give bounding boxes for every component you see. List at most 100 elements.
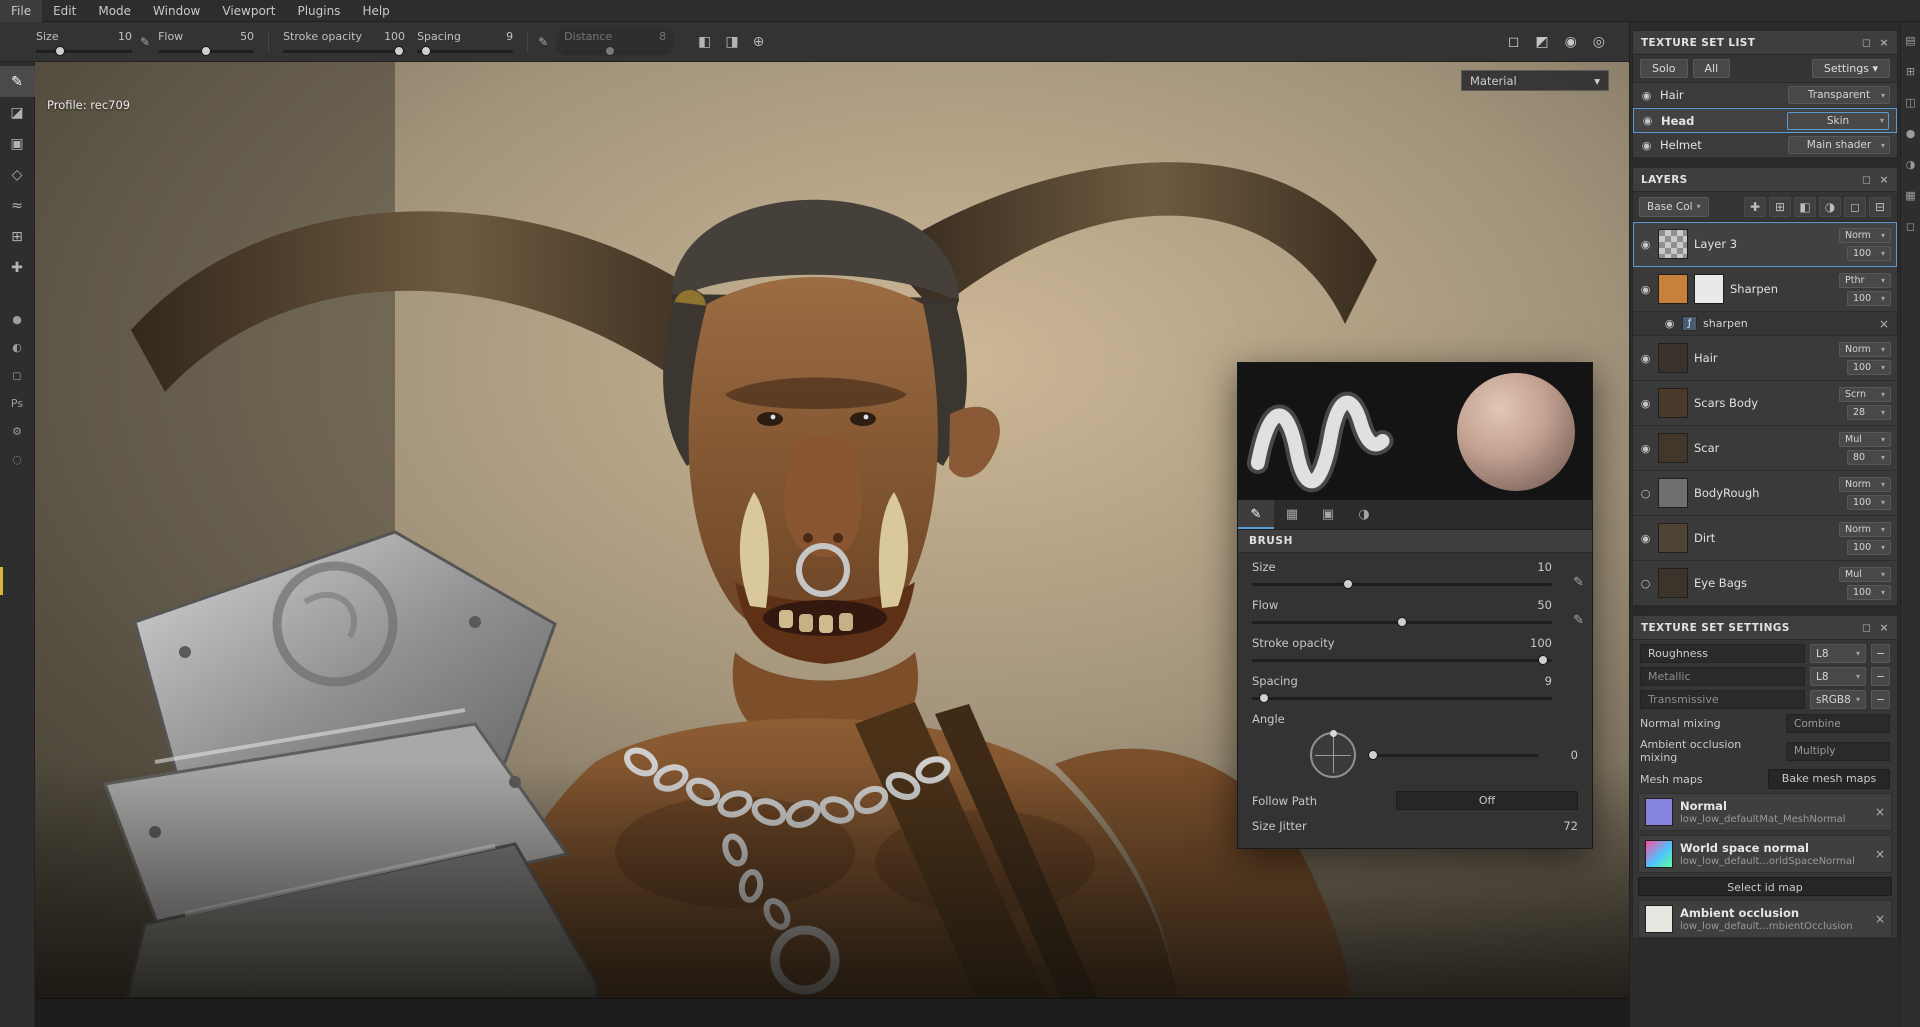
brush-flow-control[interactable]: Flow 50 ✎ xyxy=(1238,591,1592,629)
menu-file[interactable]: File xyxy=(0,0,43,22)
clear-map-icon[interactable]: × xyxy=(1875,805,1885,819)
spacing-control[interactable]: Spacing 9 xyxy=(417,30,514,56)
eraser-tool-icon[interactable]: ◪ xyxy=(0,97,35,128)
opacity-dropdown[interactable]: 28 ▾ xyxy=(1847,404,1891,420)
detach-panel-icon[interactable]: ◻ xyxy=(1862,36,1872,49)
detach-panel-icon[interactable]: ◻ xyxy=(1862,173,1872,186)
opacity-dropdown[interactable]: 100 ▾ xyxy=(1847,359,1891,375)
bake-mesh-maps-button[interactable]: Bake mesh maps xyxy=(1768,769,1890,789)
layer-thumbnail[interactable] xyxy=(1658,478,1688,508)
add-smart-material-icon[interactable]: ◑ xyxy=(1819,196,1841,217)
channel-dropdown[interactable]: Base Col ▾ xyxy=(1639,196,1709,217)
detach-panel-icon[interactable]: ◻ xyxy=(1862,621,1872,634)
sphere-view-icon[interactable]: ● xyxy=(0,305,35,333)
material-panel-icon[interactable]: ● xyxy=(1906,127,1916,140)
shelf-panel-icon[interactable]: ▤ xyxy=(1905,34,1915,47)
shader-dropdown[interactable]: Skin ▾ xyxy=(1787,111,1889,130)
layer-row[interactable]: ◉ Sharpen Pthr ▾ 100 ▾ xyxy=(1633,267,1897,312)
assets-panel-icon[interactable]: ⊞ xyxy=(1906,65,1915,78)
stylus-pressure-icon[interactable]: ✎ xyxy=(538,35,548,49)
layer-thumbnail[interactable] xyxy=(1658,229,1688,259)
paint-tool-icon[interactable]: ✎ xyxy=(0,66,35,97)
layer-thumbnail[interactable] xyxy=(1658,523,1688,553)
remove-channel-button[interactable]: − xyxy=(1871,667,1890,686)
blend-mode-dropdown[interactable]: Norm ▾ xyxy=(1839,227,1891,243)
polygon-fill-tool-icon[interactable]: ◇ xyxy=(0,159,35,190)
material-mode-icon[interactable]: ◩ xyxy=(1535,34,1548,50)
close-panel-icon[interactable]: × xyxy=(1879,36,1889,49)
angle-slider[interactable] xyxy=(1368,749,1538,760)
shader-dropdown[interactable]: Main shader ▾ xyxy=(1788,136,1890,154)
close-panel-icon[interactable]: × xyxy=(1879,173,1889,186)
layer-row[interactable]: ◉ Hair Norm ▾ 100 ▾ xyxy=(1633,336,1897,381)
size-control[interactable]: Size 10 xyxy=(36,30,132,56)
layers-panel-icon[interactable]: ◫ xyxy=(1905,96,1915,109)
channel-format-dropdown[interactable]: L8 ▾ xyxy=(1810,667,1866,686)
display-panel-icon[interactable]: ◻ xyxy=(0,361,35,389)
opacity-dropdown[interactable]: 100 ▾ xyxy=(1847,584,1891,600)
texture-set-row-head[interactable]: ◉ Head Skin ▾ xyxy=(1633,108,1897,133)
add-stamp-icon[interactable]: ⊞ xyxy=(1769,196,1791,217)
ps-plugin-icon[interactable]: Ps xyxy=(0,389,35,417)
layer-thumbnail[interactable] xyxy=(1658,433,1688,463)
projection-tool-icon[interactable]: ▣ xyxy=(0,128,35,159)
stylus-pressure-icon[interactable]: ✎ xyxy=(140,35,150,49)
visibility-toggle[interactable]: ◉ xyxy=(1639,352,1652,365)
visibility-toggle[interactable]: ◉ xyxy=(1639,532,1652,545)
brush-stroke-opacity-slider[interactable] xyxy=(1252,655,1552,665)
flow-control[interactable]: Flow 50 xyxy=(158,30,255,56)
layer-effect-row[interactable]: ◉ ƒ sharpen × xyxy=(1633,312,1897,336)
symmetry-x-icon[interactable]: ◧ xyxy=(698,34,711,50)
shader-dropdown[interactable]: Transparent ▾ xyxy=(1788,86,1890,104)
capture-icon[interactable]: ◎ xyxy=(1593,34,1605,50)
smudge-tool-icon[interactable]: ≈ xyxy=(0,190,35,221)
blend-mode-dropdown[interactable]: Norm ▾ xyxy=(1839,521,1891,537)
mesh-map-world-space-normal[interactable]: World space normal low_low_default...orl… xyxy=(1638,835,1892,873)
remove-channel-button[interactable]: − xyxy=(1871,690,1890,709)
texture-set-row-helmet[interactable]: ◉ Helmet Main shader ▾ xyxy=(1633,133,1897,158)
add-effect-icon[interactable]: ✚ xyxy=(1744,196,1766,217)
add-fill-layer-icon[interactable]: ◧ xyxy=(1794,196,1816,217)
settings-plugin-icon[interactable]: ⚙ xyxy=(0,417,35,445)
brush-size-control[interactable]: Size 10 ✎ xyxy=(1238,553,1592,591)
visibility-toggle[interactable]: ○ xyxy=(1639,577,1652,590)
material-tab-icon[interactable]: ◑ xyxy=(1346,500,1382,529)
layer-row[interactable]: ○ Eye Bags Mul ▾ 100 ▾ xyxy=(1633,561,1897,606)
blend-mode-dropdown[interactable]: Scrn ▾ xyxy=(1839,386,1891,402)
solo-button[interactable]: Solo xyxy=(1640,59,1688,78)
visibility-toggle[interactable]: ◉ xyxy=(1639,442,1652,455)
spacing-slider[interactable] xyxy=(417,46,514,56)
material-picker-tool-icon[interactable]: ✚ xyxy=(0,252,35,283)
angle-dial[interactable] xyxy=(1310,730,1356,778)
clear-map-icon[interactable]: × xyxy=(1875,847,1885,861)
viewport-settings-icon[interactable]: ◻ xyxy=(1508,34,1520,50)
remove-effect-icon[interactable]: × xyxy=(1879,317,1889,331)
symmetry-y-icon[interactable]: ◨ xyxy=(725,34,738,50)
opacity-dropdown[interactable]: 80 ▾ xyxy=(1847,449,1891,465)
remove-channel-button[interactable]: − xyxy=(1871,644,1890,663)
ao-mixing-field[interactable]: Multiply xyxy=(1786,741,1890,761)
brush-stroke-opacity-control[interactable]: Stroke opacity 100 xyxy=(1238,629,1592,667)
alpha-tab-icon[interactable]: ▦ xyxy=(1274,500,1310,529)
clear-map-icon[interactable]: × xyxy=(1875,912,1885,926)
stencil-tab-icon[interactable]: ▣ xyxy=(1310,500,1346,529)
flow-slider[interactable] xyxy=(158,46,255,56)
menu-plugins[interactable]: Plugins xyxy=(286,0,351,22)
menu-viewport[interactable]: Viewport xyxy=(211,0,286,22)
visibility-toggle[interactable]: ◉ xyxy=(1663,317,1676,330)
follow-path-toggle[interactable]: Off xyxy=(1396,791,1578,810)
camera-settings-icon[interactable]: ◉ xyxy=(1565,34,1577,50)
mesh-map-ambient-occlusion[interactable]: Ambient occlusion low_low_default...mbie… xyxy=(1638,900,1892,938)
channel-format-dropdown[interactable]: L8 ▾ xyxy=(1810,644,1866,663)
blend-mode-dropdown[interactable]: Norm ▾ xyxy=(1839,476,1891,492)
menu-mode[interactable]: Mode xyxy=(87,0,142,22)
layer-row[interactable]: ◉ Dirt Norm ▾ 100 ▾ xyxy=(1633,516,1897,561)
visibility-toggle[interactable]: ◉ xyxy=(1640,139,1653,152)
visibility-toggle[interactable]: ◉ xyxy=(1640,89,1653,102)
blend-mode-dropdown[interactable]: Norm ▾ xyxy=(1839,341,1891,357)
visibility-toggle[interactable]: ○ xyxy=(1639,487,1652,500)
brush-angle-control[interactable]: Angle 0 xyxy=(1238,705,1592,784)
shading-toggle-icon[interactable]: ◐ xyxy=(0,333,35,361)
all-button[interactable]: All xyxy=(1692,59,1731,78)
layer-thumbnail[interactable] xyxy=(1658,568,1688,598)
